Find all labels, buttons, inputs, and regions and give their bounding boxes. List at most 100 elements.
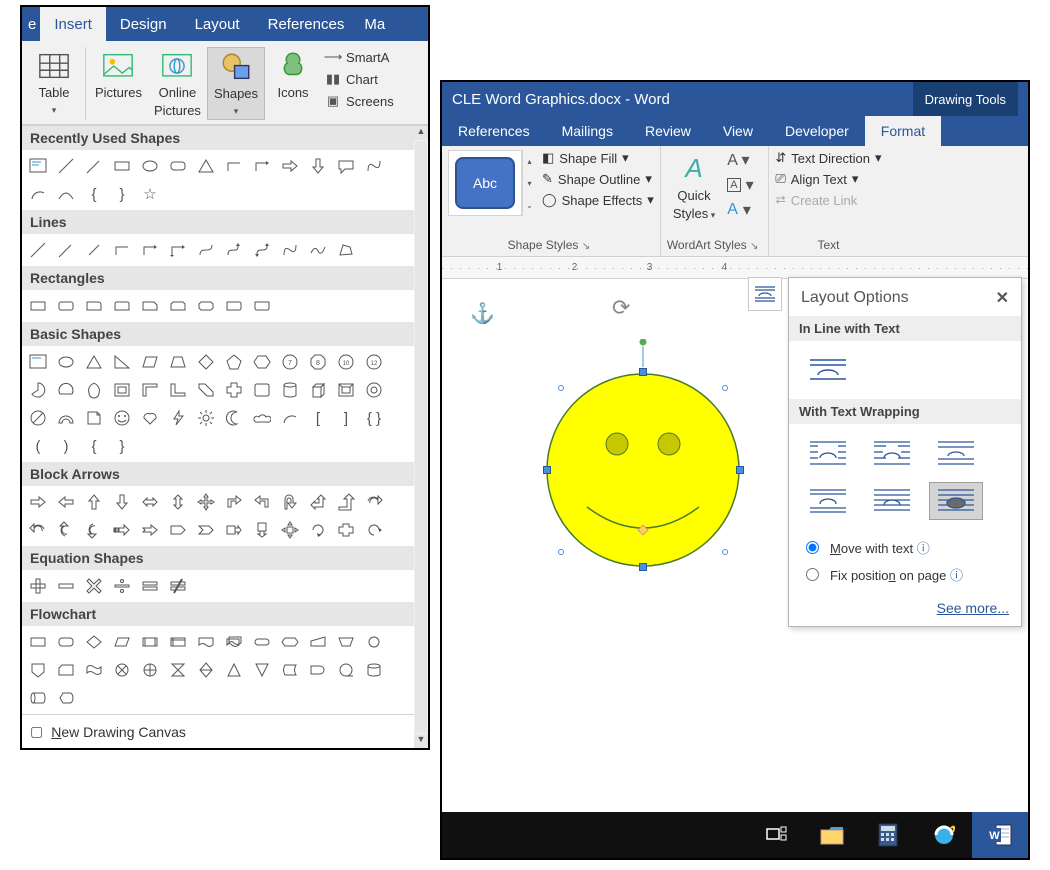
shape-paren-left[interactable]: ( [26,434,50,458]
radio-fix-input[interactable] [806,568,819,581]
shape-elbow[interactable] [222,154,246,178]
wrap-inline[interactable] [801,351,855,389]
tab-view[interactable]: View [707,116,769,146]
arrow-uturn1[interactable] [278,490,302,514]
shape-brace-right2[interactable]: } [110,434,134,458]
quick-styles-button[interactable]: A Quick Styles [667,150,721,223]
arrow-lr[interactable] [138,490,162,514]
fc-stored[interactable] [278,658,302,682]
tab-insert[interactable]: Insert [40,7,106,41]
fc-or[interactable] [138,658,162,682]
wrap-infront[interactable] [929,482,983,520]
shape-elbow-arrow[interactable] [250,154,274,178]
fc-process[interactable] [26,630,50,654]
shape-scribble[interactable] [306,238,330,262]
wrap-square[interactable] [801,434,855,472]
shape-parallelogram[interactable] [138,350,162,374]
arrow-curved-d[interactable] [82,518,106,542]
fc-delay[interactable] [306,658,330,682]
chart-button[interactable]: ▮▮Chart [325,71,394,87]
shape-outline-button[interactable]: ✎Shape Outline▾ [542,171,654,187]
fc-decision[interactable] [82,630,106,654]
shape-hexagon[interactable] [250,350,274,374]
fc-card[interactable] [54,658,78,682]
align-text-button[interactable]: ⎚Align Text▾ [775,171,881,187]
shape-rect[interactable] [110,154,134,178]
layout-options-launcher[interactable] [748,277,782,311]
radio-move-with-text[interactable]: Move with text ⓘ [801,538,1009,557]
arrow-curved-r[interactable] [362,490,386,514]
fc-mag[interactable] [362,658,386,682]
arrow-bent-up[interactable] [334,490,358,514]
shape-line2[interactable] [26,238,50,262]
fc-seq[interactable] [334,658,358,682]
fc-data[interactable] [110,630,134,654]
shape-brace-left2[interactable]: { [82,434,106,458]
shape-callout[interactable] [334,154,358,178]
radio-move-input[interactable] [806,541,819,554]
shape-textbox[interactable] [26,154,50,178]
eq-minus[interactable] [54,574,78,598]
arrow-striped[interactable] [110,518,134,542]
shape-rect4[interactable] [110,294,134,318]
wrap-behind[interactable] [865,482,919,520]
arrow-misc2[interactable] [362,518,386,542]
fc-internal[interactable] [166,630,190,654]
arrow-callout-r[interactable] [222,518,246,542]
shape-triangle[interactable] [194,154,218,178]
scroll-down-icon[interactable]: ▼ [414,734,428,748]
arrow-up[interactable] [82,490,106,514]
shape-rect2[interactable] [54,294,78,318]
see-more-link[interactable]: See more... [937,600,1009,616]
shape-moon[interactable] [222,406,246,430]
fc-merge[interactable] [250,658,274,682]
shape-block-arc[interactable] [54,406,78,430]
shape-tri-iso[interactable] [82,350,106,374]
shape-decagon[interactable]: 10 [334,350,358,374]
shape-arc[interactable] [26,182,50,206]
shape-bracket-left[interactable]: [ [306,406,330,430]
taskview-button[interactable] [748,812,804,858]
anchor-icon[interactable]: ⚓ [470,301,495,326]
fc-predef[interactable] [138,630,162,654]
tab-references[interactable]: References [254,7,359,41]
rotate-handle-icon[interactable]: ⟳ [612,295,630,321]
fc-junction[interactable] [110,658,134,682]
shape-star[interactable]: ☆ [138,182,162,206]
shape-frame[interactable] [110,378,134,402]
arrow-curved-u[interactable] [54,518,78,542]
shape-curved-double[interactable] [250,238,274,262]
scroll-thumb[interactable] [415,141,427,733]
shape-curved-arrow[interactable] [222,238,246,262]
calculator-button[interactable] [860,812,916,858]
word-app-button[interactable]: W [972,812,1028,858]
eq-multiply[interactable] [82,574,106,598]
shape-fill-button[interactable]: ◧Shape Fill▾ [542,150,654,166]
shape-line-arrow2[interactable] [54,238,78,262]
eq-noteq[interactable] [166,574,190,598]
shape-style-gallery[interactable]: Abc [448,150,522,216]
arrow-pent[interactable] [166,518,190,542]
tab-developer[interactable]: Developer [769,116,865,146]
arrow-left[interactable] [54,490,78,514]
arrow-bent2[interactable] [250,490,274,514]
shape-donut[interactable] [362,378,386,402]
radio-fix-position[interactable]: Fix position on page ⓘ [801,565,1009,584]
gallery-scrollbar[interactable]: ▲ ▼ [414,126,428,748]
fc-connector[interactable] [362,630,386,654]
shape-smiley[interactable] [110,406,134,430]
shape-curve[interactable] [54,182,78,206]
arrow-quad[interactable] [194,490,218,514]
shape-rect6[interactable] [166,294,190,318]
tab-layout[interactable]: Layout [181,7,254,41]
shape-rect1[interactable] [26,294,50,318]
shape-line-arrow[interactable] [82,154,106,178]
shape-heptagon[interactable]: 7 [278,350,302,374]
arrow-circ[interactable] [306,518,330,542]
fc-alt[interactable] [54,630,78,654]
new-canvas-button[interactable]: ▢ NNew Drawing Canvasew Drawing Canvas [22,714,414,748]
shape-elbow-double[interactable] [166,238,190,262]
shape-lightning[interactable] [166,406,190,430]
eq-divide[interactable] [110,574,134,598]
shape-plaque[interactable] [250,378,274,402]
